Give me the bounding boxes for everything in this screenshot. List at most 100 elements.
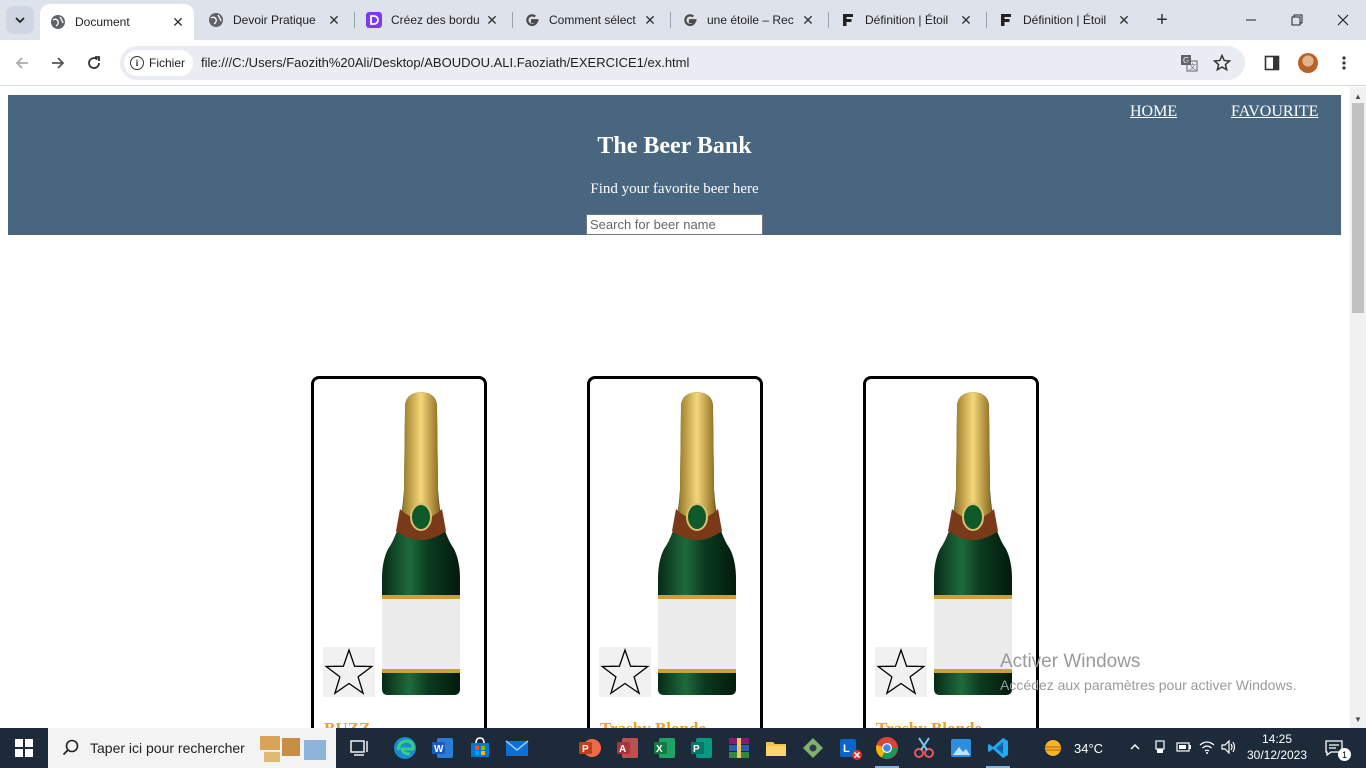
notification-count-badge: 1 — [1338, 748, 1351, 761]
favourite-star-button[interactable] — [599, 647, 651, 697]
svg-text:P: P — [582, 744, 589, 755]
tab-devoir-pratique[interactable]: Devoir Pratique ✕ — [198, 0, 350, 40]
nav-favourite-link[interactable]: FAVOURITE — [1231, 103, 1318, 121]
weather-temperature: 34°C — [1074, 740, 1104, 756]
photos-icon[interactable] — [947, 734, 975, 762]
close-icon[interactable]: ✕ — [642, 12, 658, 28]
page-tagline: Find your favorite beer here — [590, 181, 759, 197]
more-menu-icon[interactable] — [1333, 52, 1355, 74]
tab-title: Créez des bordu — [391, 13, 480, 27]
site-info-label: Fichier — [149, 56, 186, 70]
favourite-star-button[interactable] — [323, 647, 375, 697]
arrow-right-icon — [52, 57, 65, 69]
beer-card[interactable]: BUZZ — [311, 376, 487, 728]
tab-une-etoile[interactable]: une étoile – Rec ✕ — [672, 0, 824, 40]
restore-icon — [1291, 14, 1303, 26]
tab-separator — [512, 12, 513, 28]
tab-separator — [986, 12, 987, 28]
beer-card[interactable]: Trashy Blonde — [863, 376, 1039, 728]
close-icon[interactable]: ✕ — [1116, 12, 1132, 28]
wifi-icon[interactable] — [1196, 740, 1218, 757]
search-highlight-icon — [260, 736, 326, 762]
tab-document[interactable]: Document ✕ — [40, 4, 194, 40]
page-scrollbar[interactable]: ▲ ▼ — [1350, 87, 1366, 728]
new-tab-button[interactable]: + — [1150, 8, 1174, 32]
publisher-icon[interactable]: P — [688, 734, 716, 762]
git-kraken-icon[interactable] — [799, 734, 827, 762]
edge-icon[interactable] — [391, 734, 419, 762]
scrollbar-thumb[interactable] — [1352, 103, 1364, 313]
close-icon[interactable]: ✕ — [170, 14, 186, 30]
svg-text:文: 文 — [1189, 62, 1196, 71]
bookmark-star-icon[interactable] — [1213, 54, 1231, 72]
svg-text:W: W — [434, 744, 444, 755]
powerpoint-icon[interactable]: P — [576, 734, 604, 762]
tab-title: Définition | Étoil — [865, 13, 949, 27]
winrar-icon[interactable] — [725, 734, 753, 762]
side-panel-icon[interactable] — [1261, 52, 1283, 74]
file-explorer-icon[interactable] — [762, 734, 790, 762]
address-bar[interactable]: i Fichier file:///C:/Users/Faozith%20Ali… — [120, 46, 1245, 80]
close-icon[interactable]: ✕ — [484, 12, 500, 28]
star-icon — [324, 648, 374, 695]
close-window-button[interactable] — [1320, 0, 1366, 40]
beer-card[interactable]: Trashy Blonde — [587, 376, 763, 728]
site-info-chip[interactable]: i Fichier — [124, 50, 194, 76]
profile-avatar[interactable] — [1298, 53, 1318, 73]
tab-title: Document — [75, 15, 130, 29]
reload-button[interactable] — [80, 49, 108, 77]
beer-search-input[interactable] — [586, 214, 763, 235]
close-icon[interactable]: ✕ — [958, 12, 974, 28]
vscode-icon[interactable] — [984, 734, 1012, 768]
close-icon — [1337, 14, 1349, 26]
scroll-up-arrow-icon[interactable]: ▲ — [1350, 89, 1366, 103]
battery-icon[interactable] — [1172, 741, 1196, 756]
taskbar-search-box[interactable]: Taper ici pour rechercher — [48, 728, 336, 768]
chevron-up-icon[interactable] — [1126, 741, 1144, 756]
windows-logo-icon — [15, 739, 33, 757]
translate-icon[interactable]: G文 — [1180, 54, 1198, 72]
chrome-icon[interactable] — [873, 734, 901, 768]
access-icon[interactable]: A — [614, 734, 642, 762]
lync-icon[interactable]: L — [836, 734, 864, 762]
tab-search-button[interactable] — [6, 6, 34, 34]
task-view-icon[interactable] — [346, 734, 374, 762]
favourite-star-button[interactable] — [875, 647, 927, 697]
store-icon[interactable] — [466, 734, 494, 762]
mail-icon[interactable] — [503, 734, 531, 762]
volume-icon[interactable] — [1218, 739, 1240, 757]
f-logo-icon — [998, 12, 1014, 28]
beer-name: Trashy Blonde — [876, 719, 982, 728]
tab-comment-selectionner[interactable]: Comment sélect ✕ — [514, 0, 666, 40]
word-icon[interactable]: W — [429, 734, 457, 762]
url-text[interactable]: file:///C:/Users/Faozith%20Ali/Desktop/A… — [201, 55, 689, 70]
tab-separator — [828, 12, 829, 28]
nav-home-link[interactable]: HOME — [1130, 103, 1177, 121]
taskbar-clock[interactable]: 14:25 30/12/2023 — [1245, 731, 1309, 763]
notification-center-button[interactable]: 1 — [1320, 728, 1351, 768]
back-button[interactable] — [8, 49, 36, 77]
globe-icon — [208, 12, 224, 28]
tab-definition-etoile-2[interactable]: Définition | Étoil ✕ — [988, 0, 1140, 40]
excel-icon[interactable]: X — [651, 734, 679, 762]
tab-strip: Document ✕ Devoir Pratique ✕ Créez des b… — [0, 0, 1366, 40]
star-icon — [876, 648, 926, 695]
snipping-tool-icon[interactable] — [910, 734, 938, 762]
scroll-down-arrow-icon[interactable]: ▼ — [1350, 712, 1366, 726]
tab-creez-des-bordures[interactable]: Créez des bordu ✕ — [356, 0, 508, 40]
usb-device-icon[interactable] — [1148, 739, 1172, 757]
start-button[interactable] — [0, 728, 48, 768]
minimize-button[interactable] — [1228, 0, 1274, 40]
tab-title: Comment sélect — [549, 13, 636, 27]
search-icon — [62, 739, 79, 756]
google-icon — [682, 12, 698, 28]
forward-button[interactable] — [44, 49, 72, 77]
champagne-bottle-image — [658, 392, 736, 695]
restore-button[interactable] — [1274, 0, 1320, 40]
close-icon[interactable]: ✕ — [800, 12, 816, 28]
site-header: HOME FAVOURITE The Beer Bank Find your f… — [8, 95, 1341, 235]
tab-definition-etoile-1[interactable]: Définition | Étoil ✕ — [830, 0, 982, 40]
close-icon[interactable]: ✕ — [326, 12, 342, 28]
weather-widget[interactable]: 34°C — [1040, 728, 1103, 768]
globe-icon — [50, 14, 66, 30]
